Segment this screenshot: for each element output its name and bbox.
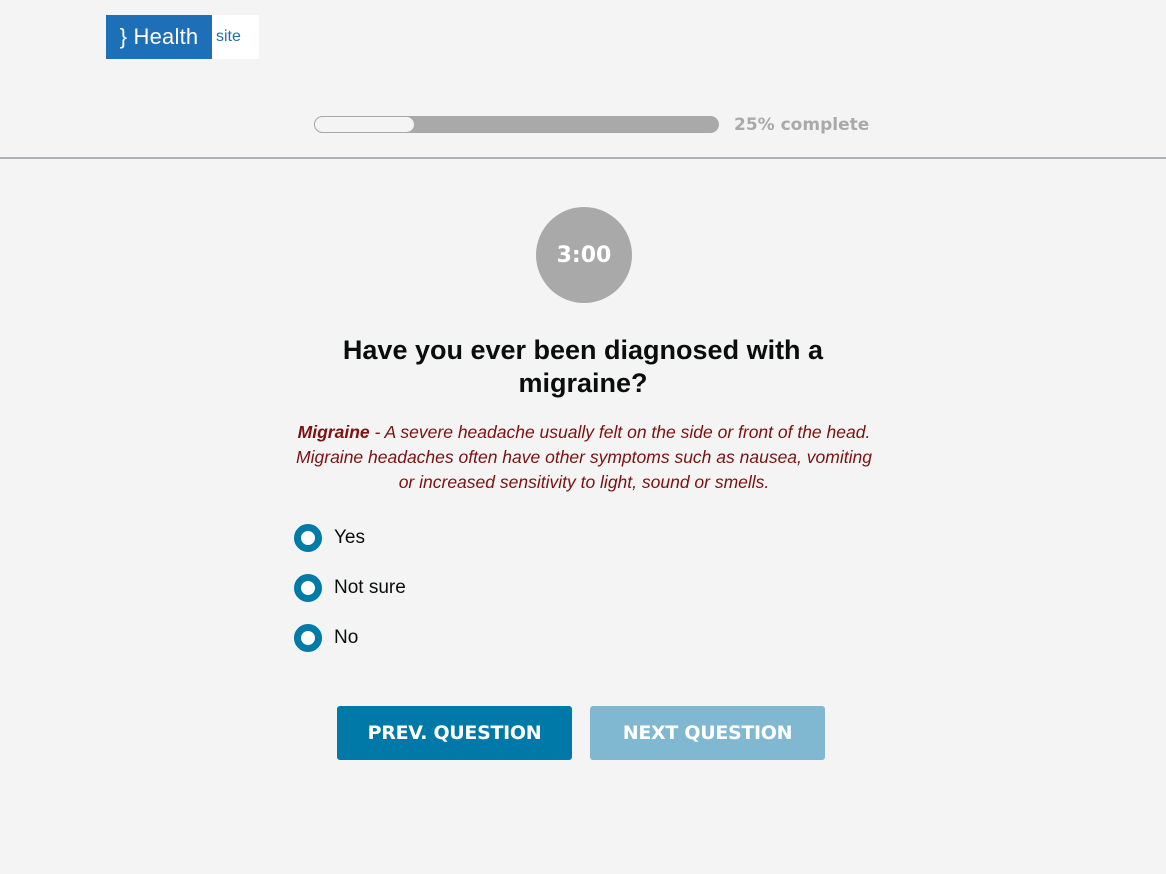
progress-bar (314, 116, 719, 133)
page: } Health site 25% complete 3:00 Have you… (0, 0, 1166, 874)
answer-options: Yes Not sure No (294, 524, 406, 674)
question-text: Have you ever been diagnosed with a migr… (342, 335, 824, 398)
option-label: Not sure (334, 577, 406, 598)
definition-text: Migraine - A severe headache usually fel… (290, 420, 878, 495)
prev-question-button[interactable]: PREV. QUESTION (337, 706, 572, 760)
logo-site-text: site (212, 15, 259, 59)
progress-label: 25% complete (734, 115, 870, 135)
radio-button[interactable] (294, 524, 322, 552)
option-yes[interactable]: Yes (294, 524, 406, 552)
option-label: Yes (334, 527, 365, 548)
header-divider (0, 157, 1166, 159)
next-question-button[interactable]: NEXT QUESTION (590, 706, 825, 760)
site-logo[interactable]: } Health site (106, 15, 259, 59)
option-not-sure[interactable]: Not sure (294, 574, 406, 602)
radio-button[interactable] (294, 624, 322, 652)
option-no[interactable]: No (294, 624, 406, 652)
definition-body: - A severe headache usually felt on the … (296, 422, 872, 492)
logo-health-text: } Health (106, 15, 212, 59)
progress-bar-fill (314, 116, 416, 133)
countdown-timer: 3:00 (536, 207, 632, 303)
option-label: No (334, 627, 359, 648)
radio-button[interactable] (294, 574, 322, 602)
definition-term: Migraine (297, 422, 370, 442)
